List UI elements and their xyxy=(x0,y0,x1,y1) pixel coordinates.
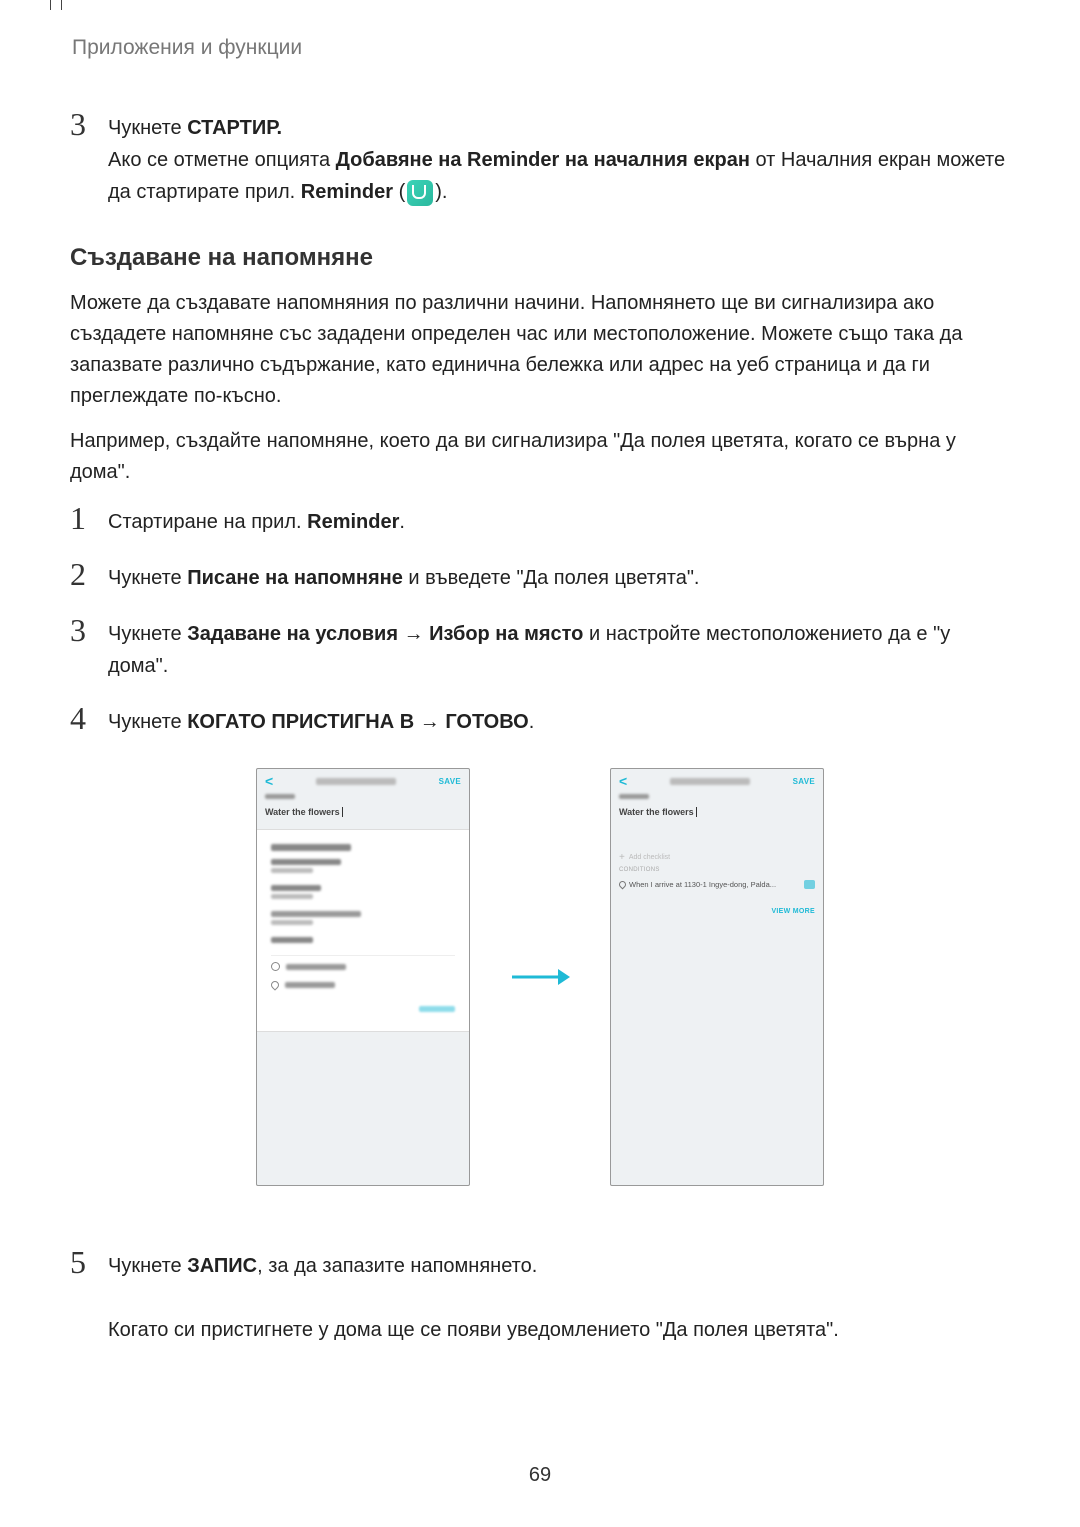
corner-decoration xyxy=(50,0,62,10)
step-number: 5 xyxy=(70,1246,100,1278)
clock-icon xyxy=(271,962,280,971)
reminder-input[interactable]: Water the flowers xyxy=(265,807,461,817)
step-number: 1 xyxy=(70,502,100,534)
phone-screenshot-2: < SAVE Water the flowers + Add checklist… xyxy=(610,768,824,1186)
step-5: 5 Чукнете ЗАПИС, за да запазите напомнян… xyxy=(70,1246,1010,1346)
screenshot-row: < SAVE Water the flowers xyxy=(70,768,1010,1186)
screen-title-blurred xyxy=(316,778,396,785)
step-text: Чукнете Задаване на условия → Избор на м… xyxy=(108,614,1010,682)
step-1: 1 Стартиране на прил. Reminder. xyxy=(70,502,1010,538)
back-icon[interactable]: < xyxy=(265,773,273,789)
save-button[interactable]: SAVE xyxy=(439,777,461,786)
conditions-label: CONDITIONS xyxy=(619,867,815,873)
condition-option[interactable] xyxy=(271,937,455,943)
conditions-card xyxy=(257,829,469,1032)
phone-header: < SAVE xyxy=(611,769,823,791)
step-text: Чукнете КОГАТО ПРИСТИГНА В → ГОТОВО. xyxy=(108,702,1010,738)
step-text: Чукнете ЗАПИС, за да запазите напомнянет… xyxy=(108,1246,1010,1346)
step-text: Чукнете Писане на напомняне и въведете "… xyxy=(108,558,1010,594)
step-number: 2 xyxy=(70,558,100,590)
header-breadcrumb: Приложения и функции xyxy=(72,36,1010,60)
condition-row[interactable]: When I arrive at 1130-1 Ingye-dong, Pald… xyxy=(619,877,815,892)
step-3: 3 Чукнете СТАРТИР. Ако се отметне опцият… xyxy=(70,108,1010,208)
plus-icon: + xyxy=(619,852,625,863)
back-icon[interactable]: < xyxy=(619,773,627,789)
save-button[interactable]: SAVE xyxy=(793,777,815,786)
paragraph: Например, създайте напомняне, което да в… xyxy=(70,426,1010,488)
page-number: 69 xyxy=(0,1464,1080,1487)
reminder-app-icon xyxy=(407,180,433,206)
phone-header: < SAVE xyxy=(257,769,469,791)
reminder-input[interactable]: Water the flowers xyxy=(619,807,815,817)
step-4: 4 Чукнете КОГАТО ПРИСТИГНА В → ГОТОВО. xyxy=(70,702,1010,738)
date-time-option[interactable] xyxy=(271,962,455,971)
place-option[interactable] xyxy=(271,981,455,989)
add-checklist-button[interactable]: + Add checklist xyxy=(619,852,815,863)
text-cursor xyxy=(696,807,697,817)
card-title-blurred xyxy=(271,844,351,851)
step-text: Чукнете СТАРТИР. Ако се отметне опцията … xyxy=(108,108,1010,208)
label-blurred xyxy=(265,794,295,799)
step-3b: 3 Чукнете Задаване на условия → Избор на… xyxy=(70,614,1010,682)
condition-option[interactable] xyxy=(271,911,455,925)
step-number: 3 xyxy=(70,614,100,646)
arrow-right-icon xyxy=(510,965,570,989)
step-number: 3 xyxy=(70,108,100,140)
step-2: 2 Чукнете Писане на напомняне и въведете… xyxy=(70,558,1010,594)
cancel-blurred[interactable] xyxy=(419,1006,455,1012)
phone-screenshot-1: < SAVE Water the flowers xyxy=(256,768,470,1186)
text-cursor xyxy=(342,807,343,817)
label-blurred xyxy=(619,794,649,799)
view-more-button[interactable]: VIEW MORE xyxy=(619,900,815,918)
step-text: Стартиране на прил. Reminder. xyxy=(108,502,1010,538)
location-pin-icon xyxy=(269,979,280,990)
condition-option[interactable] xyxy=(271,885,455,899)
condition-badge-icon xyxy=(804,880,815,889)
paragraph: Можете да създавате напомняния по различ… xyxy=(70,288,1010,412)
condition-option[interactable] xyxy=(271,859,455,873)
location-pin-icon xyxy=(618,880,628,890)
section-title: Създаване на напомняне xyxy=(70,244,1010,272)
screen-title-blurred xyxy=(670,778,750,785)
step-number: 4 xyxy=(70,702,100,734)
